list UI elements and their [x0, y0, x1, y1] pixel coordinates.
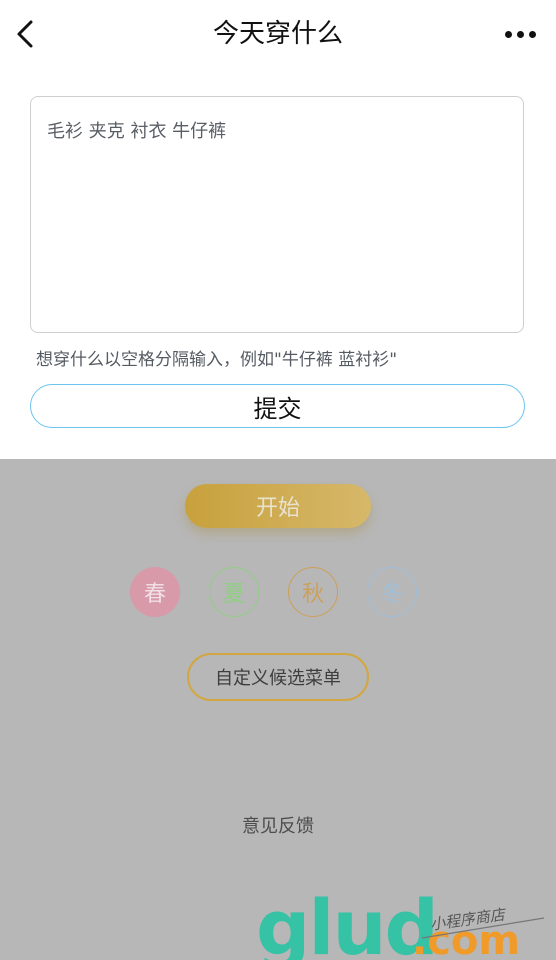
start-button[interactable]: 开始 [185, 484, 371, 528]
custom-menu-button[interactable]: 自定义候选菜单 [187, 653, 369, 701]
feedback-link[interactable]: 意见反馈 [0, 812, 556, 838]
page-title: 今天穿什么 [212, 19, 343, 49]
clothes-input[interactable]: 毛衫 夹克 衬衣 牛仔裤 [30, 96, 524, 333]
season-spring-button[interactable]: 春 [130, 567, 180, 617]
more-dots-icon [504, 30, 512, 38]
season-winter-button[interactable]: 冬 [367, 567, 417, 617]
input-hint: 想穿什么以空格分隔输入，例如"牛仔裤 蓝衬衫" [36, 350, 398, 370]
season-autumn-button[interactable]: 秋 [288, 567, 338, 617]
submit-button[interactable]: 提交 [30, 384, 525, 428]
more-button[interactable] [500, 20, 540, 48]
season-summer-button[interactable]: 夏 [209, 567, 259, 617]
watermark-logo-text: glud [256, 883, 437, 960]
page: 今天穿什么 毛衫 夹克 衬衣 牛仔裤 想穿什么以空格分隔输入，例如"牛仔裤 蓝衬… [0, 0, 556, 960]
watermark-logo: glud .com 小程序商店 [256, 883, 545, 960]
nav-header: 今天穿什么 [0, 0, 556, 68]
